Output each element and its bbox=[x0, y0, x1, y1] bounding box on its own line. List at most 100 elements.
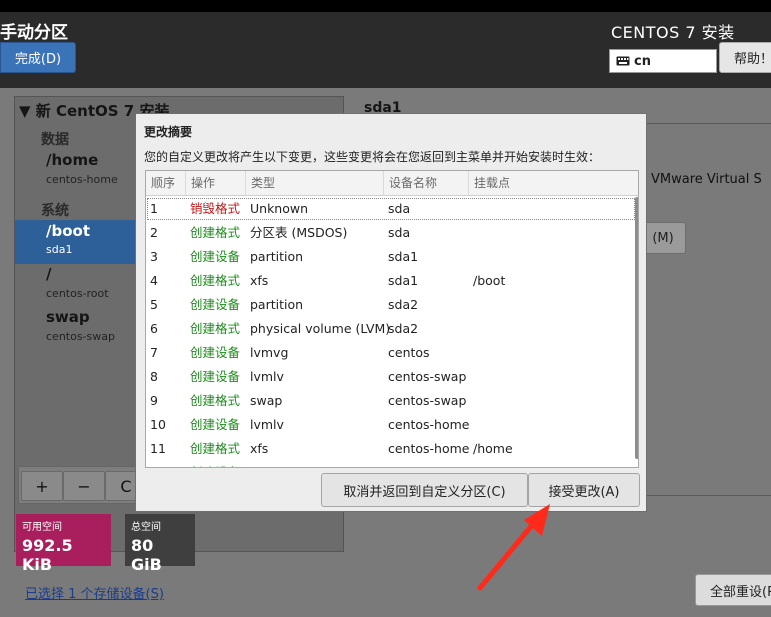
cell-type: 分区表 (MSDOS) bbox=[250, 225, 348, 240]
cell-type: lvmlv bbox=[246, 461, 384, 467]
top-header: 手动分区 完成(D) CENTOS 7 安装 cn 帮助！ bbox=[0, 0, 771, 88]
remove-partition-button[interactable]: − bbox=[63, 471, 105, 501]
cell-device: centos-root bbox=[384, 461, 469, 467]
table-row[interactable]: 11 创建格式 xfs centos-home/home bbox=[146, 437, 636, 461]
column-header-action[interactable]: 操作 bbox=[186, 171, 246, 196]
column-header-mount[interactable]: 挂载点 bbox=[469, 171, 636, 196]
summary-of-changes-dialog: 更改摘要 您的自定义更改将产生以下变更，这些变更将会在您返回到主菜单并开始安装时… bbox=[135, 113, 647, 512]
cell-mount bbox=[469, 389, 569, 413]
keyboard-layout-indicator[interactable]: cn bbox=[609, 49, 717, 73]
table-row[interactable]: 2 创建格式 分区表 (MSDOS) sda bbox=[146, 221, 636, 245]
cell-device: sda bbox=[388, 225, 411, 240]
mount-name: /home bbox=[46, 151, 99, 169]
cell-device: sda2 bbox=[388, 321, 419, 336]
cell-device: sda1 bbox=[388, 249, 419, 264]
category-data: 数据 bbox=[41, 132, 69, 148]
cell-action: 创建设备 bbox=[190, 345, 241, 360]
cell-device: centos bbox=[388, 345, 430, 360]
keyboard-layout-label: cn bbox=[634, 53, 651, 69]
cell-mount bbox=[469, 221, 569, 245]
annotation-arrow-icon bbox=[477, 504, 550, 591]
cell-order: 1 bbox=[150, 201, 158, 216]
product-title: CENTOS 7 安装 bbox=[611, 23, 735, 42]
cell-device: sda1 bbox=[388, 273, 419, 288]
total-space-box: 总空间 80 GiB bbox=[125, 514, 195, 574]
cell-order: 9 bbox=[150, 393, 158, 408]
cell-order: 6 bbox=[150, 321, 158, 336]
available-space-label: 可用空间 bbox=[22, 522, 62, 533]
cell-action: 创建格式 bbox=[190, 273, 241, 288]
cell-mount bbox=[469, 341, 569, 365]
table-row[interactable]: 4 创建格式 xfs sda1/boot bbox=[146, 269, 636, 293]
cell-mount bbox=[469, 245, 569, 269]
table-header: 顺序 操作 类型 设备名称 挂载点 bbox=[146, 171, 638, 196]
mount-name: / bbox=[46, 265, 52, 283]
cell-device: centos-swap bbox=[388, 393, 467, 408]
right-divider bbox=[645, 495, 771, 496]
cell-order: 5 bbox=[150, 297, 158, 312]
table-row[interactable]: 9 创建格式 swap centos-swap bbox=[146, 389, 636, 413]
table-row[interactable]: 5 创建设备 partition sda2 bbox=[146, 293, 636, 317]
cell-mount bbox=[469, 317, 569, 341]
selected-storage-link[interactable]: 已选择 1 个存储设备(S) bbox=[25, 583, 164, 602]
cell-order: 4 bbox=[150, 273, 158, 288]
cell-mount bbox=[469, 365, 569, 389]
cell-device: sda bbox=[388, 201, 411, 216]
cell-type: physical volume (LVM) bbox=[250, 321, 391, 336]
cell-device: centos-home bbox=[388, 441, 470, 456]
table-row[interactable]: 8 创建设备 lvmlv centos-swap bbox=[146, 365, 636, 389]
column-header-device[interactable]: 设备名称 bbox=[384, 171, 469, 196]
changes-table[interactable]: 顺序 操作 类型 设备名称 挂载点 1 销毁格式 Unknown sda 2 创建格式 分区… bbox=[145, 170, 639, 468]
help-button[interactable]: 帮助！ bbox=[719, 42, 771, 73]
cell-type: swap bbox=[250, 393, 283, 408]
cell-action: 创建格式 bbox=[190, 321, 241, 336]
mount-name: /boot bbox=[46, 222, 90, 240]
cell-type: xfs bbox=[250, 273, 269, 288]
cell-mount bbox=[469, 413, 569, 437]
mount-device: centos-root bbox=[46, 287, 109, 300]
cell-type: xfs bbox=[250, 441, 269, 456]
available-space-box: 可用空间 992.5 KiB bbox=[16, 514, 111, 574]
dialog-title: 更改摘要 bbox=[144, 125, 193, 139]
cell-order: 7 bbox=[150, 345, 158, 360]
cell-mount bbox=[469, 461, 569, 467]
cell-action: 创建设备 bbox=[190, 249, 241, 264]
cell-action: 创建设备 bbox=[190, 417, 241, 432]
done-button[interactable]: 完成(D) bbox=[0, 42, 76, 73]
table-row[interactable]: 10 创建设备 lvmlv centos-home bbox=[146, 413, 636, 437]
table-row[interactable]: 12创建设备lvmlvcentos-root bbox=[146, 461, 636, 467]
cell-mount: /home bbox=[473, 441, 513, 456]
cell-order: 3 bbox=[150, 249, 158, 264]
cell-device: sda2 bbox=[388, 297, 419, 312]
cell-type: lvmlv bbox=[250, 417, 284, 432]
mount-device: centos-home bbox=[46, 173, 118, 186]
reset-all-button[interactable]: 全部重设(R) bbox=[695, 574, 771, 606]
cell-order: 8 bbox=[150, 369, 158, 384]
cell-order: 10 bbox=[150, 417, 166, 432]
table-row[interactable]: 1 销毁格式 Unknown sda bbox=[146, 197, 636, 221]
cell-order: 11 bbox=[150, 441, 166, 456]
cell-action: 销毁格式 bbox=[190, 201, 241, 216]
cell-order: 2 bbox=[150, 225, 158, 240]
table-row[interactable]: 6 创建格式 physical volume (LVM) sda2 bbox=[146, 317, 636, 341]
cell-device: centos-swap bbox=[388, 369, 467, 384]
cell-type: partition bbox=[250, 297, 304, 312]
column-header-type[interactable]: 类型 bbox=[246, 171, 384, 196]
cell-action: 创建格式 bbox=[190, 393, 241, 408]
total-space-value: 80 GiB bbox=[131, 536, 162, 574]
cell-action: 创建设备 bbox=[190, 369, 241, 384]
cell-order: 12 bbox=[146, 461, 186, 467]
table-scrollbar[interactable] bbox=[635, 197, 638, 459]
category-system: 系统 bbox=[41, 203, 69, 219]
top-black-strip bbox=[0, 0, 771, 12]
add-partition-button[interactable]: + bbox=[21, 471, 63, 501]
mount-name: swap bbox=[46, 308, 90, 326]
mount-device: centos-swap bbox=[46, 330, 115, 343]
cell-action: 创建设备 bbox=[186, 461, 246, 467]
table-row[interactable]: 7 创建设备 lvmvg centos bbox=[146, 341, 636, 365]
table-body: 1 销毁格式 Unknown sda 2 创建格式 分区表 (MSDOS) sda 3 创建设备 p… bbox=[146, 197, 636, 467]
column-header-order[interactable]: 顺序 bbox=[146, 171, 186, 196]
table-row[interactable]: 3 创建设备 partition sda1 bbox=[146, 245, 636, 269]
total-space-label: 总空间 bbox=[131, 522, 161, 533]
cell-action: 创建格式 bbox=[190, 441, 241, 456]
